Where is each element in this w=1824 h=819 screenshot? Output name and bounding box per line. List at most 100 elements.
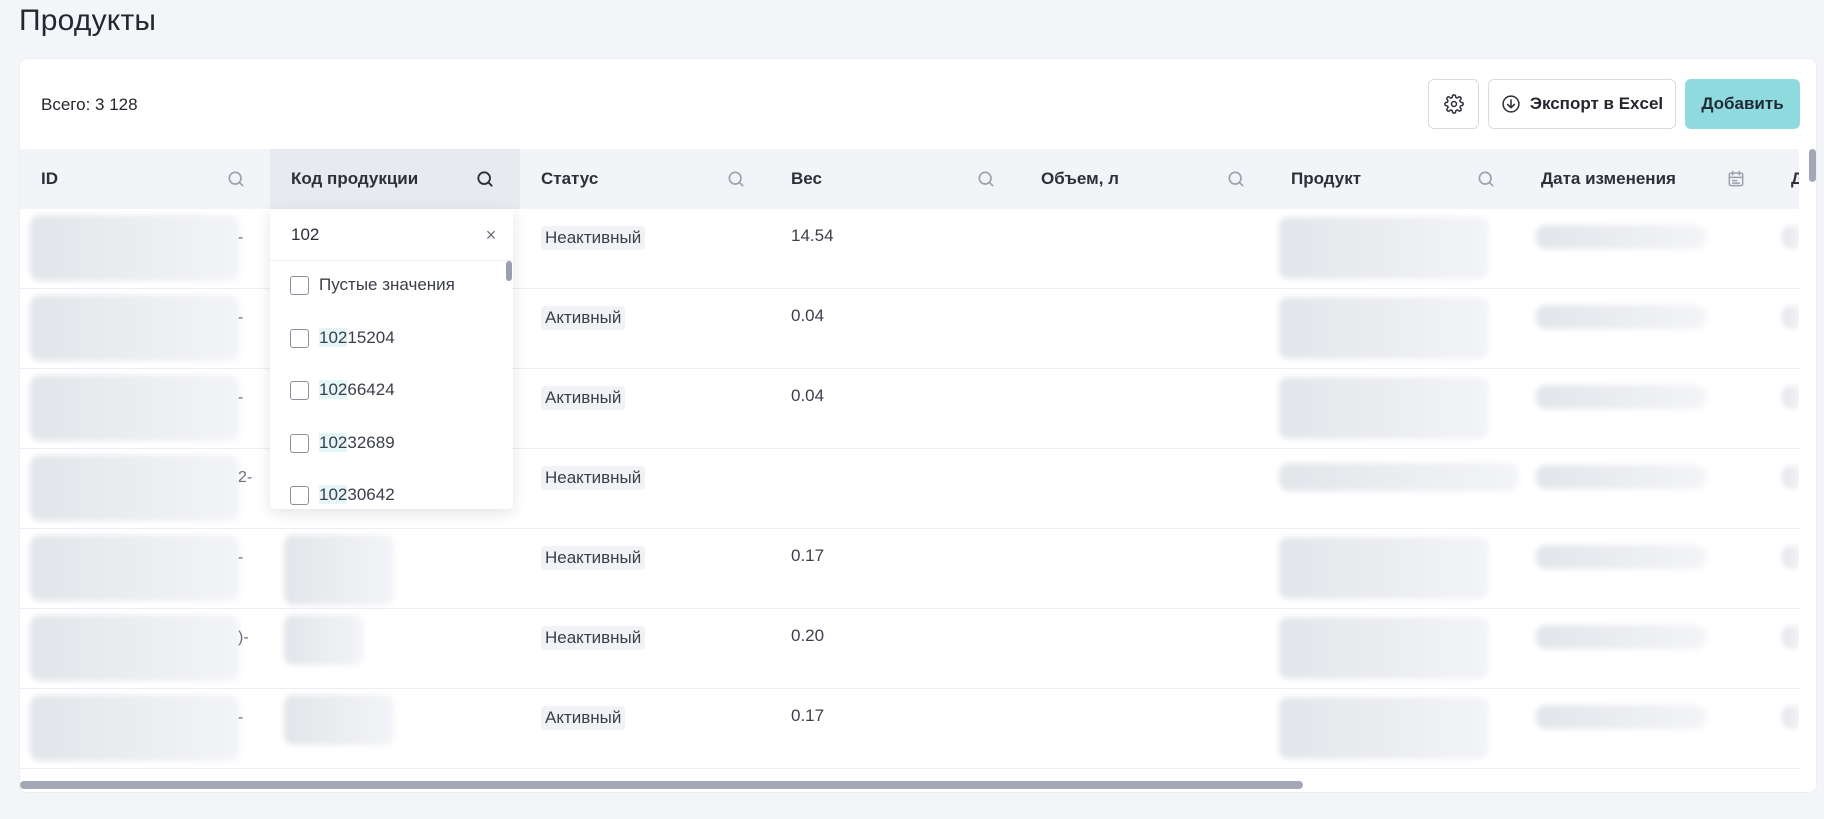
table-row[interactable]: )- Неактивный 0.20: [20, 609, 1799, 689]
table-header: ID Код продукции Статус Вес Объем, л Про: [20, 149, 1799, 209]
filter-option-empty[interactable]: Пустые значения: [290, 273, 455, 297]
redacted-date-2: [1782, 385, 1799, 409]
calendar-icon[interactable]: [1726, 169, 1746, 189]
redacted-date-2: [1782, 225, 1799, 249]
filter-option-label: 10215204: [319, 328, 395, 347]
filter-option-label: 10266424: [319, 380, 395, 399]
products-table: ID Код продукции Статус Вес Объем, л Про: [20, 149, 1799, 773]
redacted-date-2: [1782, 305, 1799, 329]
redacted-id-suffix: -: [238, 709, 244, 726]
checkbox[interactable]: [290, 433, 309, 453]
status-badge: Неактивный: [541, 626, 646, 650]
redacted-product-code: [284, 615, 364, 665]
checkbox[interactable]: [290, 485, 309, 505]
redacted-id: [30, 295, 240, 361]
redacted-product-code: [284, 535, 394, 605]
column-header-label: Статус: [541, 169, 599, 188]
redacted-id: [30, 375, 240, 441]
total-count: Всего: 3 128: [41, 95, 138, 114]
redacted-date-2: [1782, 625, 1799, 649]
weight-value: 0.04: [791, 386, 825, 405]
redacted-date: [1536, 385, 1706, 409]
redacted-product: [1279, 617, 1489, 679]
status-badge: Неактивный: [541, 226, 646, 250]
checkbox[interactable]: [290, 380, 309, 400]
weight-value: 14.54: [791, 226, 834, 245]
redacted-product: [1279, 217, 1489, 279]
column-header-id[interactable]: ID: [20, 149, 270, 209]
export-excel-button[interactable]: Экспорт в Excel: [1488, 79, 1676, 129]
status-badge: Активный: [541, 706, 626, 730]
redacted-date-2: [1782, 465, 1799, 489]
add-button[interactable]: Добавить: [1685, 79, 1800, 129]
redacted-product: [1279, 297, 1489, 359]
weight-value: 0.17: [791, 546, 825, 565]
filter-option-label: 10230642: [319, 485, 395, 504]
column-header-label: ID: [41, 169, 58, 188]
redacted-id-suffix: -: [238, 389, 244, 406]
column-header-label: Продукт: [1291, 169, 1362, 188]
table-row[interactable]: - Активный 0.17: [20, 689, 1799, 769]
search-icon[interactable]: [976, 169, 996, 189]
redacted-id-suffix: 2-: [238, 469, 253, 486]
search-icon[interactable]: [475, 169, 495, 189]
column-header-product-code[interactable]: Код продукции: [270, 149, 520, 209]
redacted-id-suffix: -: [238, 229, 244, 246]
weight-value: 0.17: [791, 706, 825, 725]
column-header-date-truncated[interactable]: Да: [1770, 149, 1799, 209]
column-header-weight[interactable]: Вес: [770, 149, 1020, 209]
redacted-product-code: [284, 695, 394, 745]
page-title: Продукты: [19, 4, 157, 37]
redacted-date-2: [1782, 545, 1799, 569]
column-header-label: Дата изменения: [1541, 169, 1676, 188]
status-badge: Активный: [541, 306, 626, 330]
clear-icon[interactable]: ×: [482, 226, 500, 244]
redacted-id-suffix: -: [238, 309, 244, 326]
filter-option[interactable]: 10215204: [290, 326, 395, 350]
search-icon[interactable]: [1226, 169, 1246, 189]
column-header-label: Да: [1791, 169, 1799, 189]
weight-value: 0.20: [791, 626, 825, 645]
status-badge: Активный: [541, 386, 626, 410]
column-header-label: Код продукции: [291, 169, 419, 188]
horizontal-scrollbar[interactable]: [20, 781, 1303, 789]
search-icon[interactable]: [226, 169, 246, 189]
gear-icon: [1443, 94, 1464, 114]
settings-button[interactable]: [1428, 79, 1479, 129]
filter-options-list[interactable]: Пустые значения 10215204 10266424 102326…: [270, 261, 513, 509]
column-header-volume[interactable]: Объем, л: [1020, 149, 1270, 209]
checkbox[interactable]: [290, 275, 309, 295]
redacted-date-2: [1782, 705, 1799, 729]
redacted-id: [30, 535, 240, 601]
redacted-id: [30, 695, 240, 761]
filter-option-label: Пустые значения: [319, 275, 455, 294]
redacted-id: [30, 615, 240, 681]
filter-search-box: ×: [270, 209, 513, 261]
filter-search-input[interactable]: [291, 223, 471, 247]
status-badge: Неактивный: [541, 466, 646, 490]
filter-option[interactable]: 10232689: [290, 431, 395, 455]
redacted-product: [1279, 463, 1519, 491]
search-icon[interactable]: [1476, 169, 1496, 189]
products-card: Всего: 3 128 Экспорт в Excel Добавить ID…: [19, 58, 1817, 793]
redacted-date: [1536, 545, 1706, 569]
search-icon[interactable]: [726, 169, 746, 189]
table-row[interactable]: - Неактивный 0.17: [20, 529, 1799, 609]
download-icon: [1502, 95, 1520, 113]
redacted-date: [1536, 705, 1706, 729]
filter-option[interactable]: 10230642: [290, 483, 395, 507]
column-header-product[interactable]: Продукт: [1270, 149, 1520, 209]
redacted-product: [1279, 537, 1489, 599]
column-header-label: Объем, л: [1041, 169, 1119, 188]
redacted-id-suffix: )-: [238, 629, 249, 646]
filter-option[interactable]: 10266424: [290, 378, 395, 402]
redacted-id-suffix: -: [238, 549, 244, 566]
toolbar: Всего: 3 128 Экспорт в Excel Добавить: [20, 59, 1816, 149]
redacted-product: [1279, 697, 1489, 759]
dropdown-scrollbar[interactable]: [506, 261, 512, 281]
column-header-status[interactable]: Статус: [520, 149, 770, 209]
vertical-scrollbar[interactable]: [1809, 149, 1816, 182]
column-header-modified-date[interactable]: Дата изменения: [1520, 149, 1770, 209]
checkbox[interactable]: [290, 328, 309, 348]
redacted-product: [1279, 377, 1489, 439]
